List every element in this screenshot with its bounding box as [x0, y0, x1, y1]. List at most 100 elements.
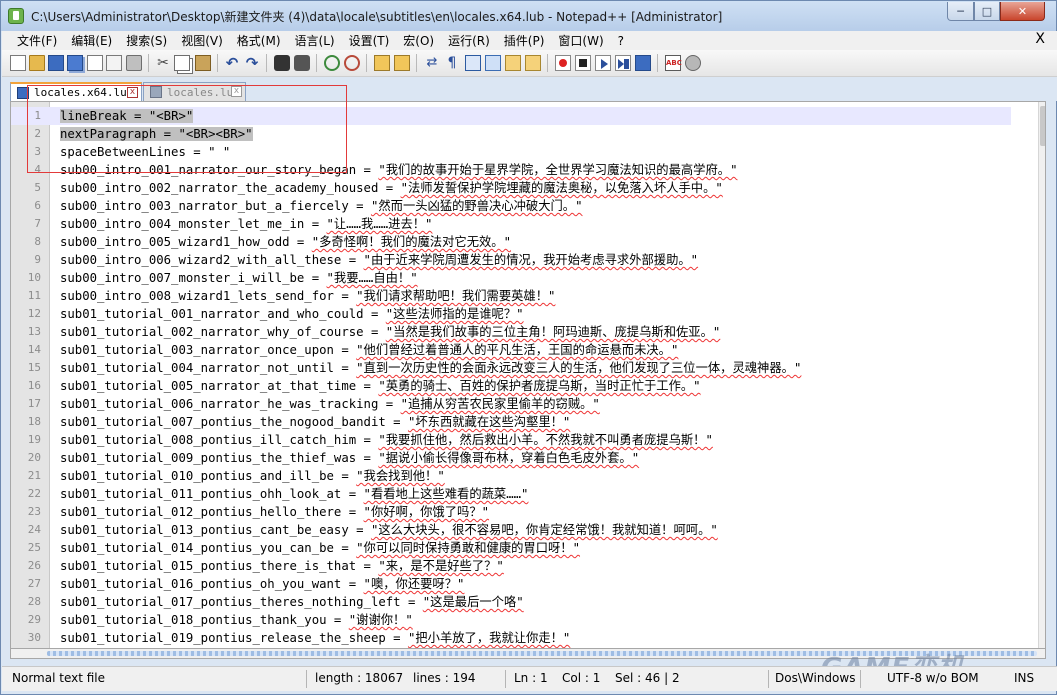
- menu-view[interactable]: 视图(V): [176, 32, 228, 49]
- code-text[interactable]: sub01_tutorial_015_pontius_there_is_that…: [60, 557, 504, 575]
- code-text[interactable]: lineBreak = "<BR>": [60, 107, 194, 125]
- code-text[interactable]: spaceBetweenLines = " ": [60, 143, 230, 161]
- menu-edit[interactable]: 编辑(E): [66, 32, 117, 49]
- code-text[interactable]: sub01_tutorial_013_pontius_cant_be_easy …: [60, 521, 718, 539]
- vertical-scroll-thumb[interactable]: [1040, 106, 1045, 146]
- notepadpp-app-icon[interactable]: [8, 8, 24, 24]
- editor-line[interactable]: 1 lineBreak = "<BR>": [11, 107, 1011, 125]
- close-all-icon[interactable]: [106, 55, 122, 71]
- code-text[interactable]: sub01_tutorial_018_pontius_thank_you = "…: [60, 611, 413, 629]
- title-bar[interactable]: C:\Users\Administrator\Desktop\新建文件夹 (4)…: [1, 1, 1056, 31]
- editor-line[interactable]: 9 sub00_intro_006_wizard2_with_all_these …: [11, 251, 1011, 269]
- code-text[interactable]: sub01_tutorial_006_narrator_he_was_track…: [60, 395, 600, 413]
- editor-line[interactable]: 11 sub00_intro_008_wizard1_lets_send_for …: [11, 287, 1011, 305]
- sync-scroll-icon[interactable]: [374, 55, 390, 71]
- code-text[interactable]: sub00_intro_003_narrator_but_a_fiercely …: [60, 197, 583, 215]
- tab-close-icon[interactable]: x: [231, 86, 242, 97]
- code-text[interactable]: sub01_tutorial_001_narrator_and_who_coul…: [60, 305, 524, 323]
- editor-line[interactable]: 8 sub00_intro_005_wizard1_how_odd = "多奇怪啊…: [11, 233, 1011, 251]
- editor-line[interactable]: 16 sub01_tutorial_005_narrator_at_that_ti…: [11, 377, 1011, 395]
- code-text[interactable]: sub01_tutorial_016_pontius_oh_you_want =…: [60, 575, 464, 593]
- editor-line[interactable]: 12 sub01_tutorial_001_narrator_and_who_co…: [11, 305, 1011, 323]
- menu-window[interactable]: 窗口(W): [553, 32, 608, 49]
- spell-check-icon[interactable]: ABC: [665, 55, 682, 71]
- status-eol-format[interactable]: Dos\Windows: [775, 671, 855, 685]
- show-all-chars-icon[interactable]: ¶: [444, 55, 460, 71]
- code-text[interactable]: sub00_intro_008_wizard1_lets_send_for = …: [60, 287, 555, 305]
- editor-line[interactable]: 25 sub01_tutorial_014_pontius_you_can_be …: [11, 539, 1011, 557]
- status-encoding[interactable]: UTF-8 w/o BOM: [887, 671, 979, 685]
- code-text[interactable]: sub01_tutorial_002_narrator_why_of_cours…: [60, 323, 720, 341]
- editor-line[interactable]: 29 sub01_tutorial_018_pontius_thank_you =…: [11, 611, 1011, 629]
- vertical-scrollbar[interactable]: [1038, 102, 1045, 648]
- code-text[interactable]: sub01_tutorial_007_pontius_the_nogood_ba…: [60, 413, 570, 431]
- editor-line[interactable]: 13 sub01_tutorial_002_narrator_why_of_cou…: [11, 323, 1011, 341]
- editor-line[interactable]: 6 sub00_intro_003_narrator_but_a_fiercely…: [11, 197, 1011, 215]
- editor-line[interactable]: 7 sub00_intro_004_monster_let_me_in = "让……: [11, 215, 1011, 233]
- maximize-button[interactable]: □: [974, 2, 1000, 21]
- user-language-icon[interactable]: [485, 55, 501, 71]
- word-wrap-icon[interactable]: ⇄: [424, 55, 440, 71]
- code-text[interactable]: sub01_tutorial_011_pontius_ohh_look_at =…: [60, 485, 528, 503]
- editor-line[interactable]: 22 sub01_tutorial_011_pontius_ohh_look_at…: [11, 485, 1011, 503]
- indent-guide-icon[interactable]: [465, 55, 481, 71]
- zoom-in-icon[interactable]: [324, 55, 340, 71]
- new-file-icon[interactable]: [10, 55, 26, 71]
- editor-line[interactable]: 14 sub01_tutorial_003_narrator_once_upon …: [11, 341, 1011, 359]
- save-macro-icon[interactable]: [635, 55, 651, 71]
- zoom-out-icon[interactable]: [344, 55, 360, 71]
- code-text[interactable]: sub01_tutorial_012_pontius_hello_there =…: [60, 503, 489, 521]
- save-all-icon[interactable]: [67, 55, 83, 71]
- paste-icon[interactable]: [195, 55, 211, 71]
- replace-icon[interactable]: [294, 55, 310, 71]
- code-text[interactable]: sub01_tutorial_003_narrator_once_upon = …: [60, 341, 678, 359]
- menu-help[interactable]: ?: [613, 34, 629, 48]
- close-icon[interactable]: [87, 55, 103, 71]
- code-text[interactable]: nextParagraph = "<BR><BR>": [60, 125, 253, 143]
- plugin-icon[interactable]: [685, 55, 701, 71]
- code-text[interactable]: sub01_tutorial_019_pontius_release_the_s…: [60, 629, 570, 647]
- menu-search[interactable]: 搜索(S): [121, 32, 172, 49]
- open-file-icon[interactable]: [29, 55, 45, 71]
- redo-icon[interactable]: ↷: [244, 55, 260, 71]
- editor-line[interactable]: 20 sub01_tutorial_009_pontius_the_thief_w…: [11, 449, 1011, 467]
- code-text[interactable]: sub00_intro_004_monster_let_me_in = "让………: [60, 215, 432, 233]
- record-macro-icon[interactable]: [555, 55, 571, 71]
- code-text[interactable]: sub00_intro_001_narrator_our_story_began…: [60, 161, 737, 179]
- code-text[interactable]: sub01_tutorial_005_narrator_at_that_time…: [60, 377, 701, 395]
- editor-line[interactable]: 27 sub01_tutorial_016_pontius_oh_you_want…: [11, 575, 1011, 593]
- menu-run[interactable]: 运行(R): [443, 32, 495, 49]
- code-text[interactable]: sub01_tutorial_010_pontius_and_ill_be = …: [60, 467, 445, 485]
- code-text[interactable]: sub00_intro_005_wizard1_how_odd = "多奇怪啊！…: [60, 233, 511, 251]
- tab-close-icon[interactable]: x: [127, 87, 138, 98]
- play-multiple-icon[interactable]: [615, 55, 631, 71]
- menu-macro[interactable]: 宏(O): [398, 32, 439, 49]
- text-editor[interactable]: 1 lineBreak = "<BR>" 2 nextParagraph = "<BR…: [10, 101, 1046, 649]
- editor-line[interactable]: 24 sub01_tutorial_013_pontius_cant_be_eas…: [11, 521, 1011, 539]
- copy-icon[interactable]: [174, 55, 190, 71]
- code-text[interactable]: sub00_intro_007_monster_i_will_be = "我要……: [60, 269, 418, 287]
- stop-macro-icon[interactable]: [575, 55, 591, 71]
- editor-line[interactable]: 30 sub01_tutorial_019_pontius_release_the…: [11, 629, 1011, 647]
- doc-map-icon[interactable]: [505, 55, 521, 71]
- tab-locales-x64-lub[interactable]: locales.x64.lub x: [10, 82, 142, 101]
- editor-line[interactable]: 2 nextParagraph = "<BR><BR>": [11, 125, 1011, 143]
- code-text[interactable]: sub00_intro_002_narrator_the_academy_hou…: [60, 179, 723, 197]
- editor-line[interactable]: 21 sub01_tutorial_010_pontius_and_ill_be …: [11, 467, 1011, 485]
- editor-line[interactable]: 19 sub01_tutorial_008_pontius_ill_catch_h…: [11, 431, 1011, 449]
- close-window-button[interactable]: ✕: [1000, 2, 1045, 21]
- minimize-button[interactable]: ─: [947, 2, 974, 21]
- find-icon[interactable]: [274, 55, 290, 71]
- editor-line[interactable]: 17 sub01_tutorial_006_narrator_he_was_tra…: [11, 395, 1011, 413]
- save-icon[interactable]: [48, 55, 64, 71]
- horizontal-scroll-thumb[interactable]: [47, 651, 1037, 656]
- editor-line[interactable]: 28 sub01_tutorial_017_pontius_theres_noth…: [11, 593, 1011, 611]
- code-text[interactable]: sub01_tutorial_004_narrator_not_until = …: [60, 359, 801, 377]
- code-text[interactable]: sub01_tutorial_014_pontius_you_can_be = …: [60, 539, 580, 557]
- undo-icon[interactable]: ↶: [224, 55, 240, 71]
- cut-icon[interactable]: ✂: [155, 55, 171, 71]
- editor-line[interactable]: 5 sub00_intro_002_narrator_the_academy_ho…: [11, 179, 1011, 197]
- editor-line[interactable]: 3 spaceBetweenLines = " ": [11, 143, 1011, 161]
- code-text[interactable]: sub00_intro_006_wizard2_with_all_these =…: [60, 251, 698, 269]
- function-list-icon[interactable]: [525, 55, 541, 71]
